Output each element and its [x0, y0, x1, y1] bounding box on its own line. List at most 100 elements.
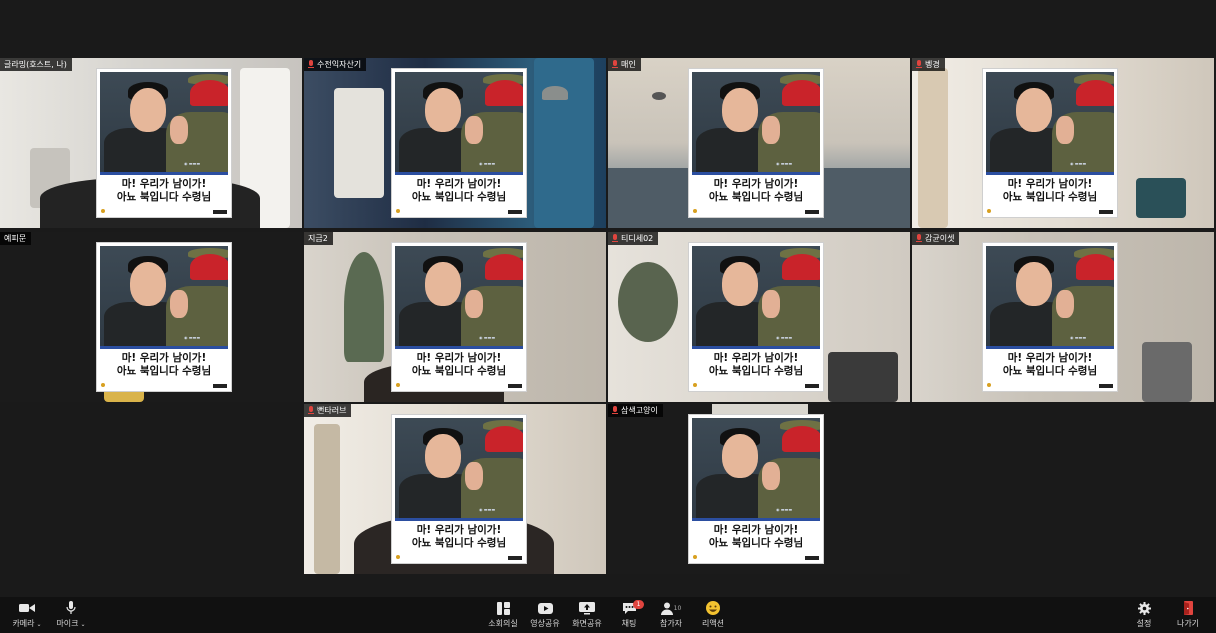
caption-line-2: 아뇨 북입니다 수령님	[708, 537, 804, 549]
logo-mark: ◉ ▬▬▬	[184, 161, 201, 166]
screen-share-icon	[579, 600, 595, 616]
shared-image-card: ◉ ▬▬▬ 마! 우리가 남이가! 아뇨 북입니다 수령님	[688, 68, 824, 218]
participant-name: 글라밍(호스트, 나)	[4, 60, 67, 69]
participant-name-tag: 뻔타러브	[304, 404, 352, 417]
caption-line-1: 마! 우리가 남이가!	[416, 178, 502, 190]
video-tile[interactable]: ◉ ▬▬▬ 마! 우리가 남이가! 아뇨 북입니다 수령님 티디세02	[608, 232, 910, 402]
video-share-label: 영상공유	[530, 619, 560, 628]
mic-muted-icon	[308, 60, 314, 69]
screen-share-label: 화면공유	[572, 619, 602, 628]
caption-line-2: 아뇨 북입니다 수령님	[708, 191, 804, 203]
caption-line-2: 아뇨 북입니다 수령님	[411, 191, 507, 203]
logo-mark: ◉ ▬▬▬	[1070, 161, 1087, 166]
mic-muted-icon	[916, 60, 922, 69]
card-photo: ◉ ▬▬▬	[395, 418, 523, 518]
camera-label: 카메라	[12, 619, 35, 628]
settings-button[interactable]: 설정	[1119, 600, 1169, 629]
video-tile[interactable]: ◉ ▬▬▬ 마! 우리가 남이가! 아뇨 북입니다 수령님 뻔타러브	[304, 404, 606, 574]
card-photo: ◉ ▬▬▬	[100, 246, 228, 346]
participant-name: 벵경	[925, 60, 940, 69]
card-caption: 마! 우리가 남이가! 아뇨 북입니다 수령님	[97, 352, 231, 378]
shared-image-card: ◉ ▬▬▬ 마! 우리가 남이가! 아뇨 북입니다 수령님	[688, 414, 824, 564]
card-photo: ◉ ▬▬▬	[986, 72, 1114, 172]
mic-muted-icon	[308, 406, 314, 415]
caption-line-2: 아뇨 북입니다 수령님	[1002, 365, 1098, 377]
chevron-down-icon[interactable]: ⌄	[37, 621, 42, 628]
mic-muted-icon	[612, 60, 618, 69]
card-photo: ◉ ▬▬▬	[986, 246, 1114, 346]
video-tile[interactable]: ◉ ▬▬▬ 마! 우리가 남이가! 아뇨 북입니다 수령님 글라밍(호스트, 나…	[0, 58, 302, 228]
participant-name-tag: 글라밍(호스트, 나)	[0, 58, 72, 71]
chat-unread-badge: 1	[633, 600, 644, 609]
video-tile[interactable]: ◉ ▬▬▬ 마! 우리가 남이가! 아뇨 북입니다 수령님 감균이셋	[912, 232, 1214, 402]
caption-line-1: 마! 우리가 남이가!	[416, 524, 502, 536]
mic-muted-icon	[612, 406, 618, 415]
card-photo: ◉ ▬▬▬	[692, 418, 820, 518]
youtube-play-icon	[537, 600, 553, 616]
card-photo: ◉ ▬▬▬	[692, 72, 820, 172]
caption-line-1: 마! 우리가 남이가!	[121, 352, 207, 364]
caption-line-1: 마! 우리가 남이가!	[713, 524, 799, 536]
video-tile[interactable]: ◉ ▬▬▬ 마! 우리가 남이가! 아뇨 북입니다 수령님 지금2	[304, 232, 606, 402]
video-tile[interactable]: ◉ ▬▬▬ 마! 우리가 남이가! 아뇨 북입니다 수령님 벵경	[912, 58, 1214, 228]
microphone-icon	[66, 600, 76, 616]
shared-image-card: ◉ ▬▬▬ 마! 우리가 남이가! 아뇨 북입니다 수령님	[391, 242, 527, 392]
gear-icon	[1137, 600, 1151, 616]
participant-name: 지금2	[308, 234, 328, 243]
video-tile[interactable]: ◉ ▬▬▬ 마! 우리가 남이가! 아뇨 북입니다 수령님 수전익자산기	[304, 58, 606, 228]
settings-label: 설정	[1136, 619, 1152, 628]
caption-line-2: 아뇨 북입니다 수령님	[411, 537, 507, 549]
participant-name-tag: 매인	[608, 58, 641, 71]
card-caption: 마! 우리가 남이가! 아뇨 북입니다 수령님	[392, 524, 526, 550]
shared-image-card: ◉ ▬▬▬ 마! 우리가 남이가! 아뇨 북입니다 수령님	[982, 68, 1118, 218]
caption-line-2: 아뇨 북입니다 수령님	[411, 365, 507, 377]
participants-label: 참가자	[659, 619, 683, 628]
video-grid: ◉ ▬▬▬ 마! 우리가 남이가! 아뇨 북입니다 수령님 글라밍(호스트, 나…	[0, 58, 1216, 574]
caption-line-1: 마! 우리가 남이가!	[1007, 352, 1093, 364]
card-caption: 마! 우리가 남이가! 아뇨 북입니다 수령님	[689, 352, 823, 378]
caption-line-1: 마! 우리가 남이가!	[121, 178, 207, 190]
caption-line-1: 마! 우리가 남이가!	[416, 352, 502, 364]
participant-name-tag: 벵경	[912, 58, 945, 71]
mic-muted-icon	[916, 234, 922, 243]
participant-name: 삼색고양이	[621, 406, 658, 415]
logo-mark: ◉ ▬▬▬	[1070, 335, 1087, 340]
card-caption: 마! 우리가 남이가! 아뇨 북입니다 수령님	[392, 178, 526, 204]
video-tile[interactable]: ◉ ▬▬▬ 마! 우리가 남이가! 아뇨 북입니다 수령님 삼색고양이	[608, 404, 910, 574]
video-tile[interactable]: ◉ ▬▬▬ 마! 우리가 남이가! 아뇨 북입니다 수령님 예피문	[0, 232, 302, 402]
participant-name-tag: 삼색고양이	[608, 404, 663, 417]
participant-name: 감균이셋	[925, 234, 955, 243]
mic-muted-icon	[612, 234, 618, 243]
caption-line-1: 마! 우리가 남이가!	[713, 352, 799, 364]
participant-name-tag: 수전익자산기	[304, 58, 367, 71]
camera-button[interactable]: 카메라 ⌄	[2, 600, 52, 629]
leave-button[interactable]: 나가기	[1163, 600, 1213, 629]
shared-image-card: ◉ ▬▬▬ 마! 우리가 남이가! 아뇨 북입니다 수령님	[391, 414, 527, 564]
mic-button[interactable]: 마이크 ⌄	[46, 600, 96, 629]
shared-image-card: ◉ ▬▬▬ 마! 우리가 남이가! 아뇨 북입니다 수령님	[982, 242, 1118, 392]
caption-line-2: 아뇨 북입니다 수령님	[116, 365, 212, 377]
reaction-label: 리액션	[701, 619, 725, 628]
caption-line-1: 마! 우리가 남이가!	[1007, 178, 1093, 190]
video-tile[interactable]: ◉ ▬▬▬ 마! 우리가 남이가! 아뇨 북입니다 수령님 매인	[608, 58, 910, 228]
meeting-toolbar: 카메라 ⌄ 마이크 ⌄ 소회의실 영상공유 화면공유 1 채팅 10 참가자 리…	[0, 597, 1216, 633]
shared-image-card: ◉ ▬▬▬ 마! 우리가 남이가! 아뇨 북입니다 수령님	[688, 242, 824, 392]
reaction-button[interactable]: 리액션	[688, 600, 738, 629]
participants-count: 10	[673, 604, 682, 612]
card-caption: 마! 우리가 남이가! 아뇨 북입니다 수령님	[983, 178, 1117, 204]
chat-label: 채팅	[621, 619, 637, 628]
participant-name: 예피문	[4, 234, 27, 243]
participant-name: 매인	[621, 60, 636, 69]
participant-name-tag: 티디세02	[608, 232, 659, 245]
card-caption: 마! 우리가 남이가! 아뇨 북입니다 수령님	[983, 352, 1117, 378]
chevron-down-icon[interactable]: ⌄	[81, 621, 86, 628]
logo-mark: ◉ ▬▬▬	[479, 507, 496, 512]
mic-label: 마이크	[56, 619, 79, 628]
card-caption: 마! 우리가 남이가! 아뇨 북입니다 수령님	[97, 178, 231, 204]
shared-image-card: ◉ ▬▬▬ 마! 우리가 남이가! 아뇨 북입니다 수령님	[391, 68, 527, 218]
logo-mark: ◉ ▬▬▬	[479, 161, 496, 166]
card-caption: 마! 우리가 남이가! 아뇨 북입니다 수령님	[689, 178, 823, 204]
camera-icon	[19, 600, 35, 616]
participant-name: 뻔타러브	[317, 406, 347, 415]
caption-line-2: 아뇨 북입니다 수령님	[1002, 191, 1098, 203]
